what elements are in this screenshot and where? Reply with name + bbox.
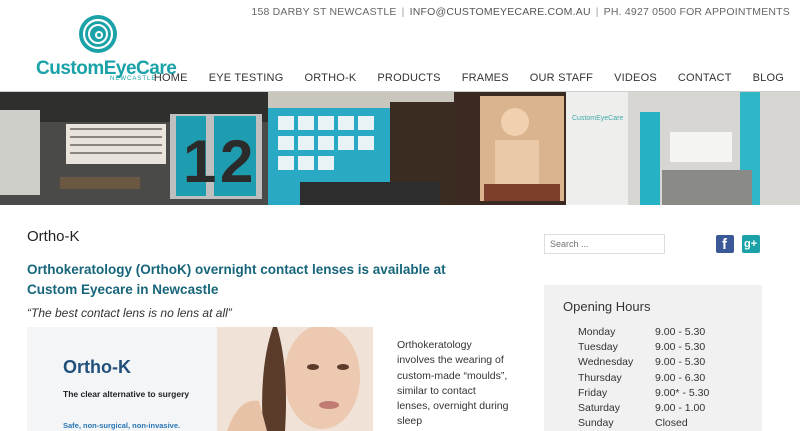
hours-time-friday: 9.00* - 5.30 [655, 387, 710, 399]
page-quote: “The best contact lens is no lens at all… [27, 306, 232, 320]
promo-subtitle: The clear alternative to surgery [63, 389, 190, 399]
store-banner-image: 1 2 CustomEyeCare [0, 92, 800, 205]
hours-day-friday: Friday [578, 387, 608, 399]
nav-products[interactable]: PRODUCTS [377, 72, 440, 84]
nav-home[interactable]: HOME [154, 72, 188, 84]
address-text: 158 DARBY ST NEWCASTLE [251, 6, 397, 18]
hours-day-saturday: Saturday [578, 402, 621, 414]
facebook-icon[interactable]: f [716, 235, 734, 253]
hours-time-tuesday: 9.00 - 5.30 [655, 341, 706, 353]
page-title: Ortho-K [27, 228, 80, 245]
nav-our-staff[interactable]: OUR STAFF [530, 72, 593, 84]
hours-time-wednesday: 9.00 - 5.30 [655, 356, 706, 368]
nav-blog[interactable]: BLOG [753, 72, 784, 84]
eye-swirl-icon [79, 15, 117, 53]
promo-footer: Safe, non-surgical, non-invasive. [63, 421, 181, 430]
nav-ortho-k[interactable]: ORTHO-K [304, 72, 356, 84]
hours-time-monday: 9.00 - 5.30 [655, 326, 706, 338]
svg-text:2: 2 [220, 128, 253, 195]
nav-eye-testing[interactable]: EYE TESTING [209, 72, 284, 84]
hours-day-tuesday: Tuesday [578, 341, 618, 353]
hours-time-sunday: Closed [655, 417, 688, 429]
hours-day-monday: Monday [578, 326, 616, 338]
nav-videos[interactable]: VIDEOS [614, 72, 657, 84]
opening-hours-title: Opening Hours [563, 299, 651, 314]
nav-frames[interactable]: FRAMES [462, 72, 509, 84]
site-header: 158 DARBY ST NEWCASTLE | INFO@CUSTOMEYECAR… [0, 0, 800, 92]
email-link[interactable]: INFO@CUSTOMEYECARE.COM.AU [410, 6, 591, 18]
ortho-k-promo-image: Ortho-K The clear alternative to surgery… [27, 327, 373, 431]
nav-contact[interactable]: CONTACT [678, 72, 732, 84]
promo-model-illustration [27, 327, 373, 431]
opening-hours-panel: Opening Hours Monday 9.00 - 5.30 Tuesday… [544, 285, 762, 431]
ortho-k-description: Orthokeratology involves the wearing of … [397, 339, 509, 428]
promo-title: Ortho-K [63, 357, 131, 377]
page-headline: Orthokeratology (OrthoK) overnight conta… [27, 262, 446, 297]
google-plus-icon[interactable]: g+ [742, 235, 760, 253]
hours-day-wednesday: Wednesday [578, 356, 634, 368]
hours-time-thursday: 9.00 - 6.30 [655, 372, 706, 384]
phone-suffix: FOR APPOINTMENTS [679, 6, 790, 18]
hours-day-thursday: Thursday [578, 372, 622, 384]
main-nav: HOME EYE TESTING ORTHO-K PRODUCTS FRAMES… [133, 72, 784, 84]
search-input[interactable] [544, 234, 665, 254]
hours-day-sunday: Sunday [578, 417, 614, 429]
contact-bar: 158 DARBY ST NEWCASTLE | INFO@CUSTOMEYECAR… [251, 6, 790, 18]
store-interior-collage: 1 2 CustomEyeCare [0, 92, 800, 205]
main-content: Ortho-K Orthokeratology (OrthoK) overnig… [0, 205, 800, 431]
hours-time-saturday: 9.00 - 1.00 [655, 402, 706, 414]
svg-text:1: 1 [183, 128, 216, 195]
svg-text:CustomEyeCare: CustomEyeCare [572, 115, 623, 122]
phone-text: PH. 4927 0500 [603, 6, 677, 18]
